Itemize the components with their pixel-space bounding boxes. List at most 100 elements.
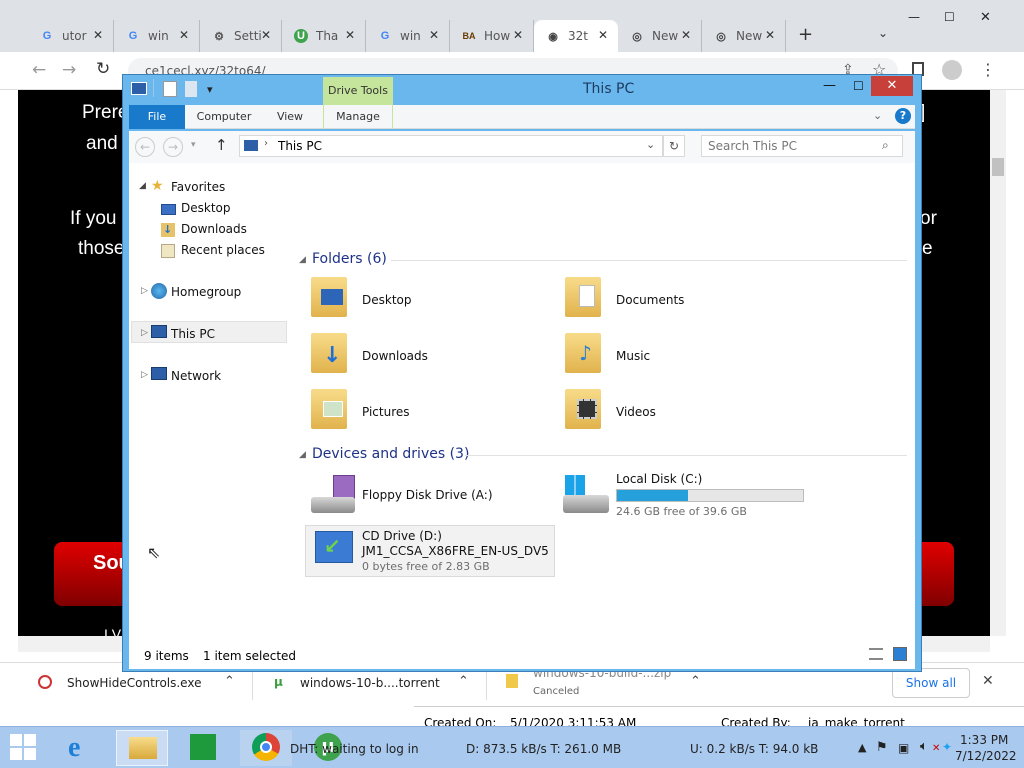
taskbar-store[interactable]	[176, 730, 228, 766]
taskbar-chrome[interactable]	[240, 730, 292, 766]
taskbar-file-explorer[interactable]	[116, 730, 168, 766]
navigation-pane: ◢ ★ Favorites Desktop ↓ Downloads Recent…	[129, 163, 293, 641]
tab-manage[interactable]: Manage	[323, 105, 393, 129]
nav-downloads[interactable]: Downloads	[181, 222, 247, 236]
devices-group-header[interactable]: Devices and drives (3)	[312, 446, 469, 462]
tab-4[interactable]: U Tha ✕	[282, 20, 366, 52]
tab-6[interactable]: BA How ✕	[450, 20, 534, 52]
close-tab-icon[interactable]: ✕	[765, 28, 775, 42]
explorer-window[interactable]: ▾ Drive Tools This PC — ☐ ✕ File Compute…	[122, 74, 922, 672]
download-menu-chevron-icon[interactable]: ⌃	[458, 674, 469, 689]
maximize-icon[interactable]: ☐	[853, 79, 864, 93]
explorer-title-bar[interactable]: ▾ Drive Tools This PC — ☐ ✕	[123, 75, 921, 105]
expand-homegroup-icon[interactable]: ▷	[141, 286, 148, 296]
nav-homegroup[interactable]: Homegroup	[171, 285, 241, 299]
nav-desktop[interactable]: Desktop	[181, 201, 231, 215]
tab-7-active[interactable]: ◉ 32t ✕	[534, 20, 618, 52]
close-tab-icon[interactable]: ✕	[513, 28, 523, 42]
up-icon[interactable]: ↑	[215, 136, 228, 154]
tray-app-icon[interactable]: ✦	[942, 740, 952, 754]
recent-locations-icon[interactable]: ▾	[191, 140, 196, 150]
folders-group-header[interactable]: Folders (6)	[312, 251, 387, 267]
nav-recent-places[interactable]: Recent places	[181, 243, 265, 257]
reload-icon[interactable]: ↻	[96, 59, 110, 79]
folder-pictures[interactable]: Pictures	[362, 405, 410, 419]
address-box[interactable]: › This PC ⌄	[239, 135, 663, 157]
folder-music[interactable]: Music	[616, 349, 650, 363]
show-hidden-icons-icon[interactable]: ▲	[858, 741, 866, 754]
clock-time[interactable]: 1:33 PM	[960, 733, 1008, 747]
download-item-2-name[interactable]: windows-10-b....torrent	[300, 676, 440, 690]
drive-d-name[interactable]: CD Drive (D:)	[362, 529, 442, 543]
maximize-icon[interactable]: ☐	[944, 10, 955, 24]
search-box[interactable]: Search This PC ⌕	[701, 135, 903, 157]
close-tab-icon[interactable]: ✕	[345, 28, 355, 42]
volume-icon[interactable]: 🔈︎	[920, 739, 928, 754]
windows-logo-icon	[565, 475, 585, 495]
tab-file[interactable]: File	[129, 105, 185, 129]
new-folder-icon[interactable]	[185, 81, 197, 97]
nav-network[interactable]: Network	[171, 369, 221, 383]
tab-computer[interactable]: Computer	[189, 105, 259, 129]
address-dropdown-icon[interactable]: ⌄	[646, 138, 655, 151]
show-all-button[interactable]: Show all	[892, 668, 970, 698]
close-window-button[interactable]: ✕	[966, 10, 1018, 32]
back-icon[interactable]: ←	[135, 137, 155, 157]
collapse-devices-icon[interactable]: ◢	[299, 450, 306, 460]
forward-icon[interactable]: →	[163, 137, 183, 157]
close-tab-icon[interactable]: ✕	[429, 28, 439, 42]
refresh-icon[interactable]: ↻	[663, 135, 685, 157]
tab-3[interactable]: ⚙ Setti ✕	[200, 20, 282, 52]
large-icons-view-icon[interactable]	[893, 647, 907, 661]
properties-icon[interactable]	[163, 81, 177, 97]
action-center-flag-icon[interactable]: ⚑	[876, 740, 888, 755]
minimize-icon[interactable]: —	[823, 78, 836, 93]
start-windows-icon[interactable]	[10, 734, 38, 760]
profile-avatar-icon[interactable]	[942, 60, 962, 80]
minimize-icon[interactable]: —	[908, 10, 920, 24]
download-item-1-name[interactable]: ShowHideControls.exe	[67, 676, 201, 690]
close-window-button[interactable]: ✕	[871, 76, 913, 96]
collapse-favorites-icon[interactable]: ◢	[139, 181, 146, 191]
folder-documents[interactable]: Documents	[616, 293, 684, 307]
close-downloads-icon[interactable]: ✕	[982, 673, 994, 689]
tab-5[interactable]: Gwin ✕	[366, 20, 450, 52]
help-icon[interactable]: ?	[895, 108, 911, 124]
new-tab-button[interactable]: +	[798, 24, 813, 45]
expand-this-pc-icon[interactable]: ▷	[141, 328, 148, 338]
download-menu-chevron-icon[interactable]: ⌃	[224, 674, 235, 689]
quick-access-dropdown-icon[interactable]: ▾	[207, 83, 213, 96]
menu-kebab-icon[interactable]: ⋮	[980, 60, 996, 79]
network-status-icon[interactable]: ▣	[898, 741, 909, 755]
expand-ribbon-icon[interactable]: ⌄	[873, 109, 882, 122]
back-icon[interactable]: ←	[32, 60, 46, 80]
tab-2[interactable]: Gwin ✕	[114, 20, 200, 52]
drive-floppy[interactable]: Floppy Disk Drive (A:)	[362, 488, 493, 502]
close-tab-icon[interactable]: ✕	[261, 28, 271, 42]
tab-9[interactable]: ◎ New ✕	[702, 20, 786, 52]
tab-search-icon[interactable]: ⌄	[878, 26, 888, 40]
videos-folder-icon	[565, 389, 601, 429]
download-menu-chevron-icon[interactable]: ⌃	[690, 674, 701, 689]
close-tab-icon[interactable]: ✕	[179, 28, 189, 42]
folder-desktop[interactable]: Desktop	[362, 293, 412, 307]
close-tab-icon[interactable]: ✕	[598, 28, 608, 42]
close-tab-icon[interactable]: ✕	[681, 28, 691, 42]
vertical-scrollbar-thumb[interactable]	[992, 158, 1004, 176]
collapse-folders-icon[interactable]: ◢	[299, 255, 306, 265]
clock-date[interactable]: 7/12/2022	[955, 749, 1017, 763]
tab-1[interactable]: Gutor ✕	[28, 20, 114, 52]
forward-icon[interactable]: →	[62, 60, 76, 80]
expand-network-icon[interactable]: ▷	[141, 370, 148, 380]
close-tab-icon[interactable]: ✕	[93, 28, 103, 42]
breadcrumb-chevron-icon[interactable]: ›	[264, 138, 268, 149]
nav-this-pc[interactable]: This PC	[171, 327, 215, 341]
tab-8[interactable]: ◎ New ✕	[618, 20, 702, 52]
tab-view[interactable]: View	[265, 105, 315, 129]
drive-c-name[interactable]: Local Disk (C:)	[616, 472, 702, 486]
folder-videos[interactable]: Videos	[616, 405, 656, 419]
nav-favorites[interactable]: Favorites	[171, 180, 225, 194]
details-view-icon[interactable]	[869, 648, 883, 660]
taskbar-internet-explorer[interactable]: e	[58, 730, 110, 766]
folder-downloads[interactable]: Downloads	[362, 349, 428, 363]
